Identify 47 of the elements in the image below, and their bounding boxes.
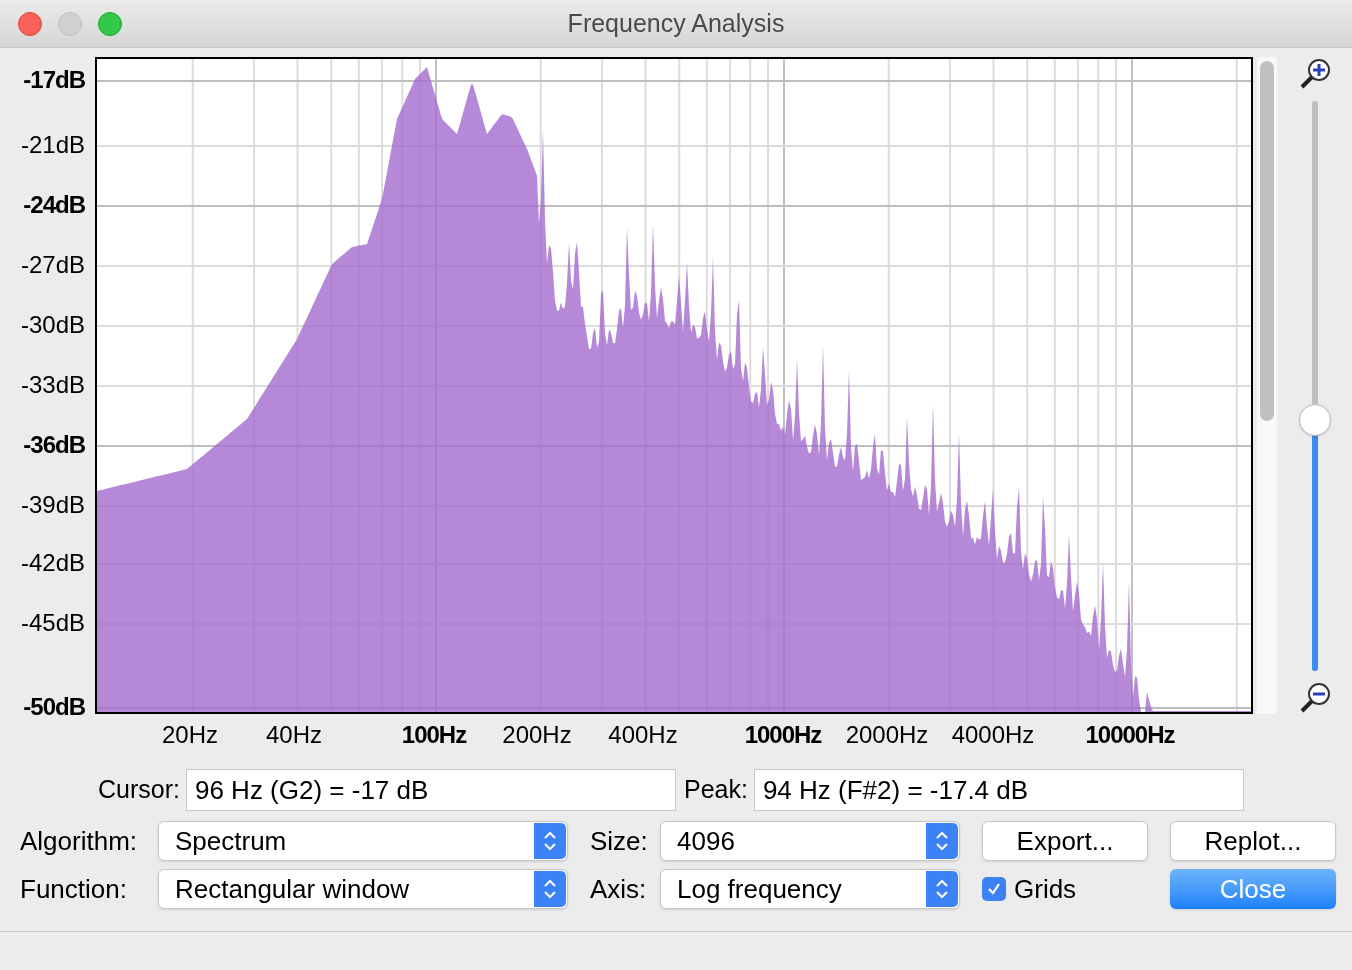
y-axis-label: -45dB xyxy=(20,611,85,635)
y-axis-label: -30dB xyxy=(20,313,85,337)
y-axis-label: -50dB xyxy=(23,695,85,719)
x-axis-label: 100Hz xyxy=(401,723,467,747)
close-window-button[interactable] xyxy=(18,12,42,36)
y-axis-label: -21dB xyxy=(20,133,85,157)
field-label: Algorithm: xyxy=(20,824,139,858)
checkmark-icon xyxy=(986,881,1002,897)
x-axis-label: 200Hz xyxy=(502,723,572,747)
field-label: Size: xyxy=(590,824,648,858)
dialog-button[interactable]: Replot... xyxy=(1170,821,1336,861)
y-axis-label: -17dB xyxy=(23,68,85,92)
readout-field: 94 Hz (F#2) = -17.4 dB xyxy=(753,769,1244,811)
zoom-slider[interactable] xyxy=(1297,101,1332,671)
dropdown[interactable]: Log frequency xyxy=(660,869,960,909)
x-axis-label: 1000Hz xyxy=(744,723,822,747)
y-axis-label: -33dB xyxy=(20,373,85,397)
checkbox-label[interactable]: Grids xyxy=(1014,869,1077,909)
field-label: Axis: xyxy=(590,872,648,906)
stepper-icon[interactable] xyxy=(534,823,566,859)
window-title: Frequency Analysis xyxy=(567,7,785,39)
scrollbar-thumb[interactable] xyxy=(1260,61,1274,421)
y-axis-label: -27dB xyxy=(20,253,85,277)
dropdown[interactable]: Rectangular window xyxy=(158,869,568,909)
dropdown[interactable]: Spectrum xyxy=(158,821,568,861)
dialog-button[interactable]: Export... xyxy=(982,821,1148,861)
readout-field: 96 Hz (G2) = -17 dB xyxy=(185,769,676,811)
stepper-icon[interactable] xyxy=(926,871,958,907)
readout-label: Peak: xyxy=(683,774,748,806)
x-axis-label: 4000Hz xyxy=(951,723,1035,747)
y-axis-label: -42dB xyxy=(20,551,85,575)
field-label: Function: xyxy=(20,872,128,906)
y-axis-label: -39dB xyxy=(20,493,85,517)
y-axis-label: -36dB xyxy=(23,433,85,457)
maximize-window-button[interactable] xyxy=(98,12,122,36)
x-axis-label: 20Hz xyxy=(162,723,218,747)
x-axis-label: 2000Hz xyxy=(845,723,929,747)
readout-label: Cursor: xyxy=(98,774,180,806)
y-axis-label: -24dB xyxy=(23,193,85,217)
x-axis-label: 10000Hz xyxy=(1085,723,1175,747)
stepper-icon[interactable] xyxy=(534,871,566,907)
x-axis-label: 400Hz xyxy=(608,723,678,747)
stepper-icon[interactable] xyxy=(926,823,958,859)
checkbox[interactable] xyxy=(982,877,1006,901)
slider-thumb[interactable] xyxy=(1298,404,1331,437)
x-axis-label: 40Hz xyxy=(266,723,322,747)
dropdown[interactable]: 4096 xyxy=(660,821,960,861)
